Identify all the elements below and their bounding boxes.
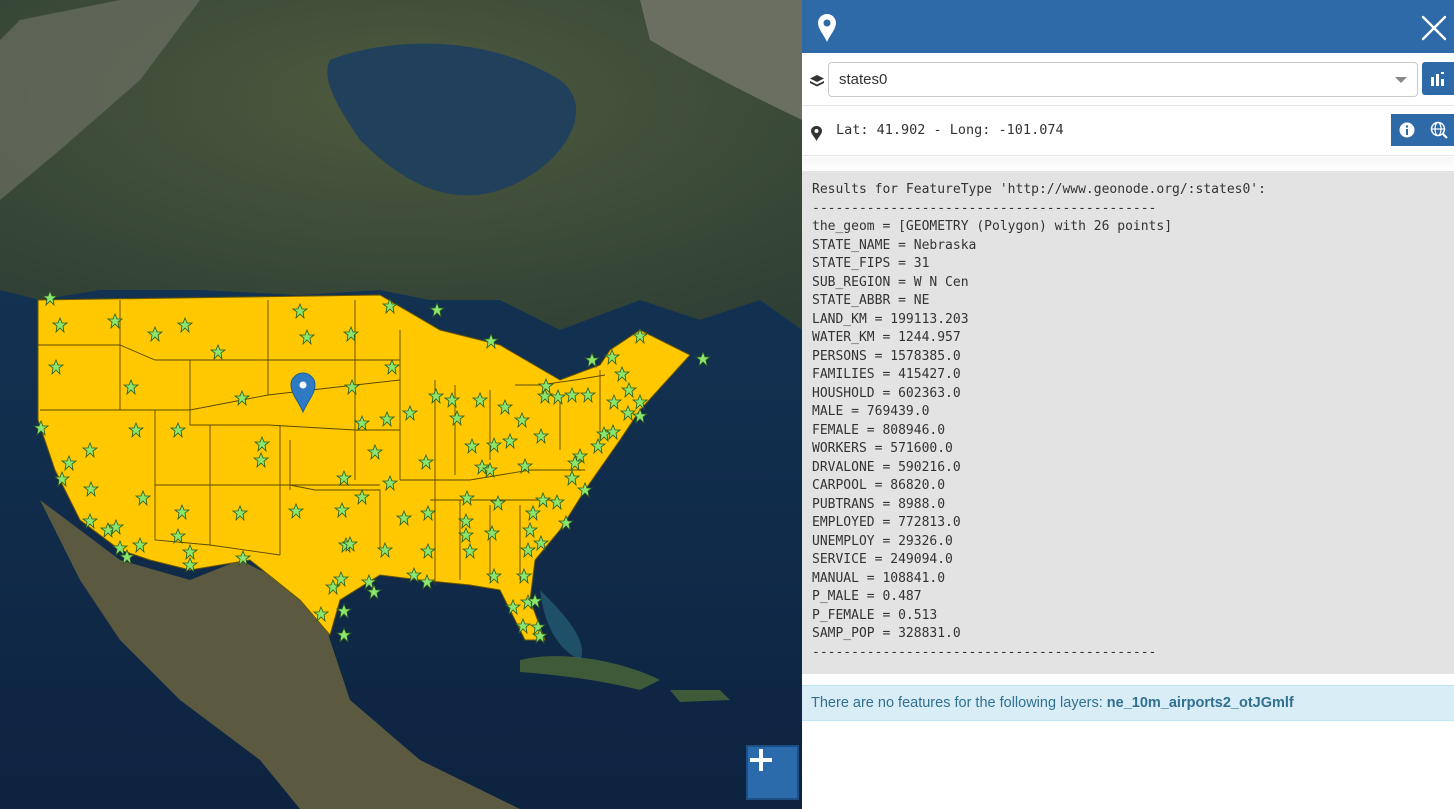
layer-selector-row: states0: [802, 53, 1454, 106]
panel-header: [802, 0, 1454, 53]
alert-message: There are no features for the following …: [811, 695, 1107, 711]
panel-spacer: [802, 157, 1454, 171]
identify-panel: states0 Lat: 41.902 - Long: -101.074 Res…: [802, 0, 1454, 809]
map-viewer[interactable]: [0, 0, 802, 809]
info-icon: [1399, 122, 1415, 138]
globe-search-button[interactable]: [1423, 114, 1454, 146]
chevron-down-icon: [1395, 77, 1407, 83]
plus-icon: [750, 749, 772, 771]
map-marker-icon: [811, 126, 822, 141]
layer-select[interactable]: states0: [828, 62, 1418, 97]
results-text: Results for FeatureType 'http://www.geon…: [812, 182, 1266, 660]
coordinates-text: Lat: 41.902 - Long: -101.074: [836, 122, 1064, 138]
layers-icon: [810, 75, 824, 87]
zoom-in-button[interactable]: [746, 745, 799, 800]
chart-icon: [1431, 71, 1444, 86]
layer-select-value: states0: [839, 71, 888, 88]
no-features-alert: There are no features for the following …: [802, 685, 1454, 721]
globe-search-icon: [1430, 121, 1448, 139]
info-button[interactable]: [1391, 114, 1423, 146]
map-marker-icon: [818, 14, 836, 42]
close-icon[interactable]: [1420, 14, 1448, 42]
layer-stats-button[interactable]: [1422, 62, 1454, 95]
feature-info-results: Results for FeatureType 'http://www.geon…: [802, 171, 1454, 674]
satellite-basemap: [0, 0, 802, 809]
coordinates-row: Lat: 41.902 - Long: -101.074: [802, 106, 1454, 156]
alert-layer-name: ne_10m_airports2_otJGmlf: [1106, 695, 1294, 711]
